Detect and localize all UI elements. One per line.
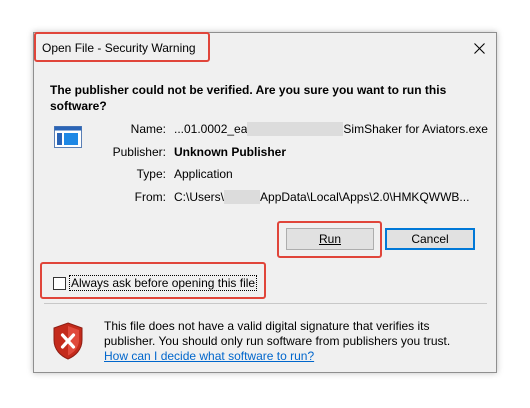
- close-button[interactable]: [462, 33, 496, 63]
- redacted-block: [247, 122, 344, 136]
- name-suffix: SimShaker for Aviators.exe: [343, 122, 488, 136]
- redacted-block: [224, 190, 261, 204]
- type-label: Type:: [136, 167, 166, 181]
- name-label: Name:: [130, 122, 166, 136]
- run-highlight-box: [277, 221, 382, 258]
- type-value: Application: [174, 167, 233, 181]
- name-value: ...01.0002_ea SimShaker for Aviators.exe: [174, 122, 488, 136]
- from-suffix: AppData\Local\Apps\2.0\HMKQWWB...: [260, 190, 470, 204]
- security-warning-dialog: Open File - Security Warning The publish…: [33, 32, 497, 373]
- publisher-label: Publisher:: [112, 145, 166, 159]
- warning-headline: The publisher could not be verified. Are…: [50, 83, 447, 113]
- name-prefix: ...01.0002_ea: [174, 122, 248, 136]
- cancel-button-label: Cancel: [411, 232, 449, 246]
- cancel-button[interactable]: Cancel: [385, 228, 475, 250]
- info-text-block: This file does not have a valid digital …: [104, 319, 484, 364]
- help-link[interactable]: How can I decide what software to run?: [104, 349, 314, 363]
- from-value: C:\Users\ AppData\Local\Apps\2.0\HMKQWWB.…: [174, 190, 469, 204]
- from-prefix: C:\Users\: [174, 190, 225, 204]
- info-text: This file does not have a valid digital …: [104, 319, 451, 348]
- divider: [44, 303, 487, 304]
- application-icon: [54, 126, 82, 148]
- publisher-value: Unknown Publisher: [174, 145, 287, 159]
- from-label: From:: [134, 190, 166, 204]
- checkbox-highlight-box: [40, 262, 266, 299]
- title-highlight-box: [34, 32, 210, 62]
- close-icon: [473, 42, 485, 54]
- shield-warning-icon: [53, 322, 83, 360]
